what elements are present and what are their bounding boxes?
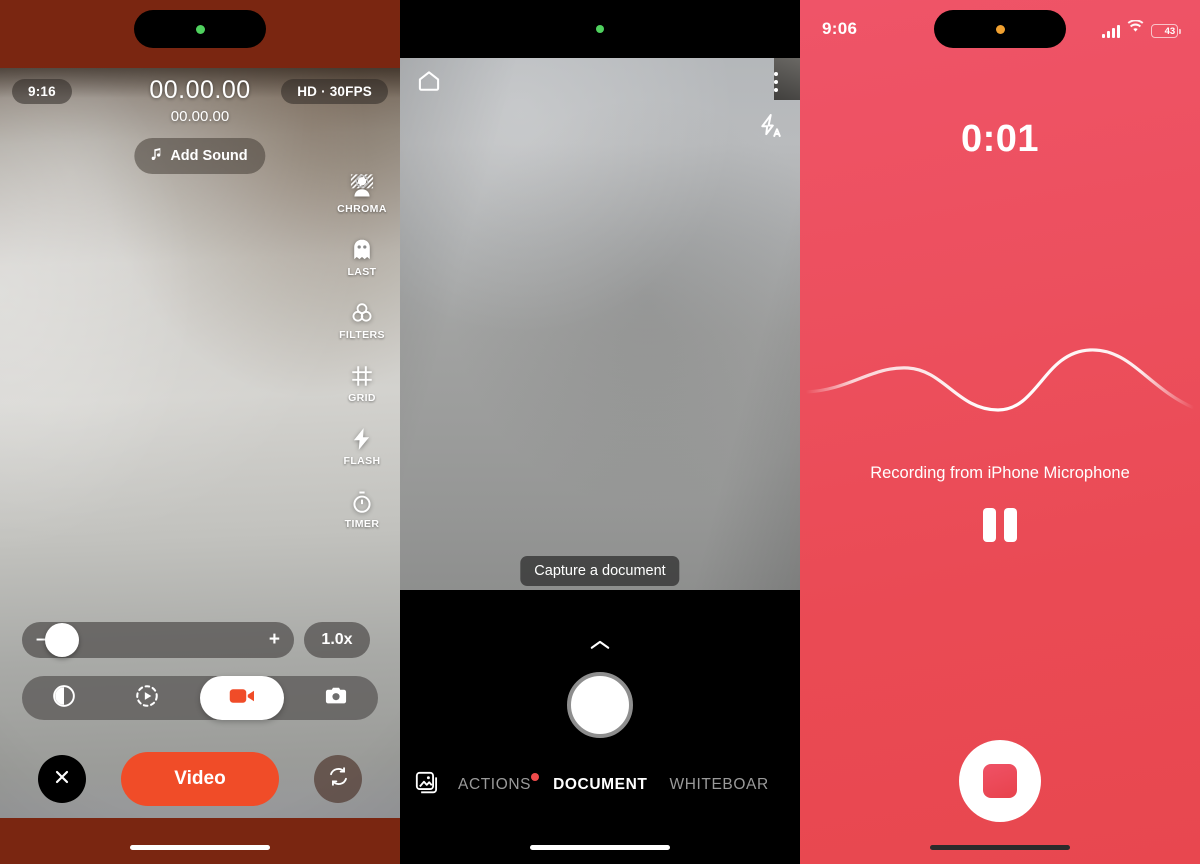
slow-motion-icon	[134, 683, 160, 714]
panel-voice-recorder: 9:06 43 0:01 Recording from iPhone Micro…	[800, 0, 1200, 864]
gallery-button[interactable]	[414, 770, 440, 801]
photo-camera-icon	[323, 683, 349, 714]
add-sound-button[interactable]: Add Sound	[134, 138, 266, 174]
capture-mode-bar	[22, 676, 378, 720]
rail-item-filters[interactable]: FILTERS	[339, 300, 385, 341]
rail-item-flash[interactable]: FLASH	[344, 426, 381, 467]
mode-button-photo[interactable]	[305, 676, 367, 720]
rail-label: FILTERS	[339, 329, 385, 341]
timer-secondary: 00.00.00	[170, 108, 230, 125]
mode-button-video[interactable]	[199, 676, 284, 720]
flash-bolt-icon	[349, 426, 375, 452]
more-vertical-icon	[774, 88, 778, 92]
zoom-level-pill[interactable]: 1.0x	[304, 622, 370, 658]
zoom-slider-handle[interactable]	[45, 623, 79, 657]
document-camera-preview[interactable]	[400, 58, 800, 590]
capture-mode-tabs: ACTIONS DOCUMENT WHITEBOAR	[400, 765, 800, 805]
rail-item-timer[interactable]: TIMER	[345, 489, 380, 530]
chroma-key-icon	[348, 172, 376, 200]
zoom-control-row: – + 1.0x	[22, 622, 370, 658]
rail-label: GRID	[348, 392, 376, 404]
zoom-plus-label[interactable]: +	[269, 629, 280, 651]
home-indicator	[130, 845, 270, 850]
home-button[interactable]	[416, 68, 442, 99]
camera-tools-rail: CHROMA LAST FILTERS GRID FLASH TIMER	[330, 172, 394, 530]
shutter-button[interactable]	[567, 672, 633, 738]
tab-notification-badge	[531, 773, 540, 781]
mode-button-half-moon[interactable]	[33, 676, 95, 720]
tab-document[interactable]: DOCUMENT	[553, 776, 647, 794]
grid-icon	[349, 363, 375, 389]
camera-flip-button[interactable]	[314, 755, 362, 803]
stopwatch-icon	[349, 489, 375, 515]
rail-item-grid[interactable]: GRID	[348, 363, 376, 404]
cellular-bars-icon	[1102, 25, 1120, 38]
mode-button-slow-motion[interactable]	[116, 676, 178, 720]
capture-hint-tooltip: Capture a document	[520, 556, 680, 586]
wifi-icon	[1127, 19, 1144, 38]
pause-icon	[1004, 508, 1017, 542]
ghost-icon	[349, 237, 375, 263]
video-camera-icon	[227, 681, 257, 716]
expand-options-button[interactable]	[589, 638, 611, 657]
status-bar-area	[400, 0, 800, 58]
tab-whiteboard[interactable]: WHITEBOAR	[669, 776, 768, 794]
status-bar: 9:06 43	[800, 0, 1200, 58]
status-time: 9:06	[822, 19, 858, 38]
stop-icon	[983, 764, 1017, 798]
filters-icon	[349, 300, 375, 326]
timer-main: 00.00.00	[149, 76, 251, 104]
zoom-slider[interactable]: – +	[22, 622, 294, 658]
tab-label: ACTIONS	[458, 776, 532, 793]
pause-icon	[983, 508, 996, 542]
rail-item-chroma[interactable]: CHROMA	[337, 172, 387, 215]
rail-label: FLASH	[343, 455, 381, 467]
more-vertical-icon	[774, 80, 778, 84]
rail-label: CHROMA	[337, 203, 387, 215]
rail-label: TIMER	[344, 518, 380, 530]
rail-label: LAST	[347, 266, 377, 278]
panel-document-scanner: Capture a document ACTIONS DOCUMENT WHIT…	[400, 0, 800, 864]
more-options-button[interactable]	[770, 68, 782, 96]
camera-flip-icon	[327, 765, 350, 793]
more-vertical-icon	[774, 72, 778, 76]
video-record-button[interactable]: Video	[121, 752, 279, 806]
stop-recording-button[interactable]	[959, 740, 1041, 822]
close-button[interactable]	[38, 755, 86, 803]
screenshot-stage: 9:16 HD · 30FPS 00.00.00 00.00.00 Add So…	[0, 0, 1200, 864]
home-indicator	[930, 845, 1070, 850]
status-icons: 43	[1102, 19, 1181, 38]
dynamic-island	[134, 10, 266, 48]
add-sound-label: Add Sound	[170, 148, 248, 164]
video-bottom-row: Video	[0, 752, 400, 806]
flash-auto-button[interactable]	[756, 112, 784, 145]
green-recording-dot	[195, 24, 205, 34]
recording-source-label: Recording from iPhone Microphone	[870, 464, 1130, 482]
audio-waveform	[800, 330, 1200, 440]
panel-video-camera: 9:16 HD · 30FPS 00.00.00 00.00.00 Add So…	[0, 0, 400, 864]
home-icon	[416, 71, 442, 98]
music-note-icon	[148, 146, 164, 166]
rail-item-last[interactable]: LAST	[347, 237, 376, 278]
close-x-icon	[52, 767, 72, 792]
recording-timer: 0:01	[960, 118, 1040, 160]
tab-actions[interactable]: ACTIONS	[458, 773, 540, 794]
half-moon-icon	[51, 683, 77, 714]
flash-auto-icon	[756, 114, 784, 144]
gallery-icon	[414, 770, 440, 801]
chevron-up-icon	[589, 639, 611, 656]
pause-button[interactable]	[983, 508, 1017, 542]
battery-level: 43	[1164, 25, 1176, 37]
battery-indicator: 43	[1151, 24, 1181, 38]
green-recording-dot	[596, 25, 604, 33]
home-indicator	[530, 845, 670, 850]
